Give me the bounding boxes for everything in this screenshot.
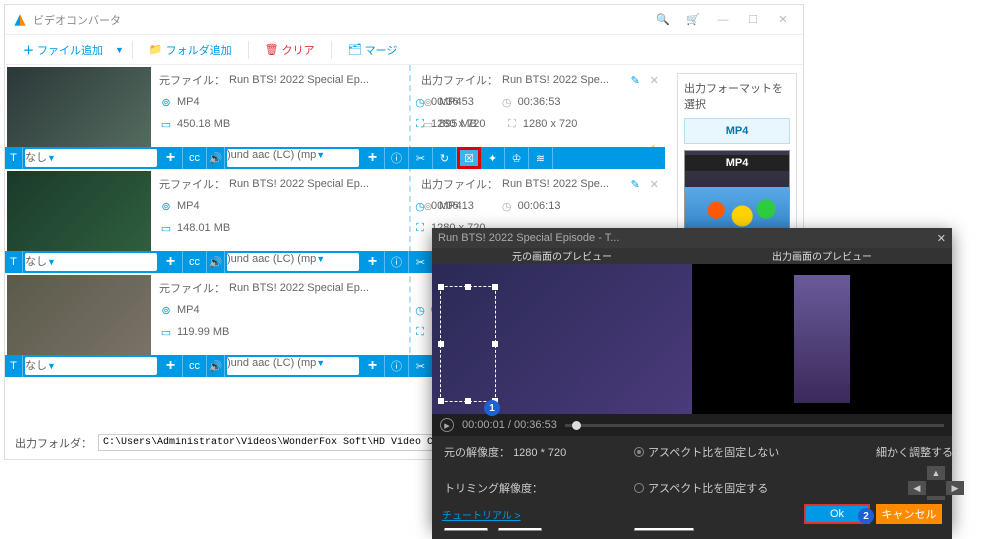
- remove-icon[interactable]: ✕: [650, 74, 659, 87]
- src-format: MP4: [177, 96, 200, 108]
- filter-button[interactable]: ≋: [529, 147, 553, 169]
- audio-icon: 🔊: [207, 147, 225, 169]
- dialog-close-button[interactable]: ✕: [937, 232, 946, 245]
- callout-badge-1: 1: [484, 400, 500, 416]
- preview-out-label: 出力画面のプレビュー: [692, 248, 952, 264]
- trim-res-label: トリミング解像度：: [444, 480, 543, 496]
- source-preview[interactable]: 1: [432, 264, 692, 414]
- thumbnail[interactable]: [7, 275, 151, 355]
- format-panel: 出力フォーマットを選択 MP4: [677, 73, 797, 253]
- aspect-lock-radio[interactable]: アスペクト比を固定する: [634, 480, 794, 496]
- preview-src-label: 元の画面のプレビュー: [432, 248, 692, 264]
- crop-rectangle[interactable]: [440, 286, 496, 402]
- ok-button[interactable]: Ok2: [804, 504, 870, 524]
- clear-button[interactable]: 🗑クリア: [257, 39, 323, 61]
- app-logo-icon: [13, 13, 27, 27]
- subtitle-icon: T: [5, 147, 23, 169]
- format-select[interactable]: MP4: [684, 118, 790, 144]
- callout-badge-2: 2: [858, 508, 874, 524]
- minimize-button[interactable]: —: [711, 10, 735, 30]
- trim-button[interactable]: ✂: [409, 147, 433, 169]
- subtitle-select[interactable]: なし▼: [25, 357, 157, 375]
- src-name: Run BTS! 2022 Special Ep...: [229, 74, 369, 86]
- format-icon: ⊚: [159, 95, 173, 109]
- orig-res: 1280 * 720: [513, 447, 566, 459]
- subtitle-select[interactable]: なし▼: [25, 253, 157, 271]
- rotate-button[interactable]: ↻: [433, 147, 457, 169]
- nudge-right[interactable]: ▶: [946, 481, 964, 495]
- audio-select[interactable]: )und aac (LC) (mp▼: [227, 149, 359, 167]
- crop-dialog: Run BTS! 2022 Special Episode - T... ✕ 元…: [432, 228, 952, 528]
- add-file-chevron-icon[interactable]: ▼: [115, 45, 124, 55]
- output-preview: [692, 264, 952, 414]
- fine-adjust-label: 細かく調整する：: [876, 447, 964, 459]
- folder-icon: ▭: [159, 117, 173, 131]
- close-button[interactable]: ✕: [771, 10, 795, 30]
- aspect-free-radio[interactable]: アスペクト比を固定しない: [634, 444, 794, 460]
- audio-select[interactable]: )und aac (LC) (mp▼: [227, 357, 359, 375]
- thumbnail[interactable]: [7, 171, 151, 251]
- crop-button[interactable]: ☒: [457, 147, 481, 169]
- thumbnail[interactable]: [7, 67, 151, 147]
- add-file-button[interactable]: ＋ファイル追加: [15, 39, 111, 61]
- seek-track[interactable]: [565, 424, 944, 427]
- dialog-title: Run BTS! 2022 Special Episode - T...: [438, 232, 619, 244]
- add-subtitle-button[interactable]: +: [159, 147, 183, 169]
- cart-icon[interactable]: 🛒: [681, 10, 705, 30]
- cancel-button[interactable]: キャンセル: [876, 504, 942, 524]
- effects-button[interactable]: ✦: [481, 147, 505, 169]
- info-button[interactable]: ⓘ: [385, 147, 409, 169]
- nudge-left[interactable]: ◀: [908, 481, 926, 495]
- audio-select[interactable]: )und aac (LC) (mp▼: [227, 253, 359, 271]
- edit-icon[interactable]: ✎: [631, 74, 640, 87]
- toolbar: ＋ファイル追加 ▼ 📁フォルダ追加 🗑クリア 🗂マージ: [5, 35, 803, 65]
- subtitle-select[interactable]: なし▼: [25, 149, 157, 167]
- dialog-titlebar: Run BTS! 2022 Special Episode - T... ✕: [432, 228, 952, 248]
- watermark-button[interactable]: ♔: [505, 147, 529, 169]
- maximize-button[interactable]: ☐: [741, 10, 765, 30]
- search-icon[interactable]: 🔍: [651, 10, 675, 30]
- playbar: ▸ 00:00:01 / 00:36:53: [432, 414, 952, 436]
- edit-icon[interactable]: ✎: [631, 178, 640, 191]
- src-size: 450.18 MB: [177, 118, 230, 130]
- tutorial-link[interactable]: チュートリアル >: [442, 507, 521, 522]
- cc-icon[interactable]: cc: [183, 147, 207, 169]
- remove-icon[interactable]: ✕: [650, 178, 659, 191]
- app-title: ビデオコンバータ: [33, 12, 121, 28]
- nudge-up[interactable]: ▲: [927, 466, 945, 480]
- format-panel-title: 出力フォーマットを選択: [684, 80, 790, 112]
- add-folder-button[interactable]: 📁フォルダ追加: [141, 39, 240, 61]
- titlebar: ビデオコンバータ 🔍 🛒 — ☐ ✕: [5, 5, 803, 35]
- merge-button[interactable]: 🗂マージ: [340, 39, 406, 61]
- orig-res-label: 元の解像度：: [444, 447, 510, 459]
- output-folder-label: 出力フォルダ：: [15, 435, 92, 451]
- action-row: T なし▼ + cc 🔊 )und aac (LC) (mp▼ + ⓘ ✂ ↻ …: [5, 147, 665, 169]
- play-button[interactable]: ▸: [440, 418, 454, 432]
- src-label: 元ファイル：: [159, 72, 225, 88]
- add-audio-button[interactable]: +: [361, 147, 385, 169]
- time-position: 00:00:01 / 00:36:53: [462, 419, 557, 431]
